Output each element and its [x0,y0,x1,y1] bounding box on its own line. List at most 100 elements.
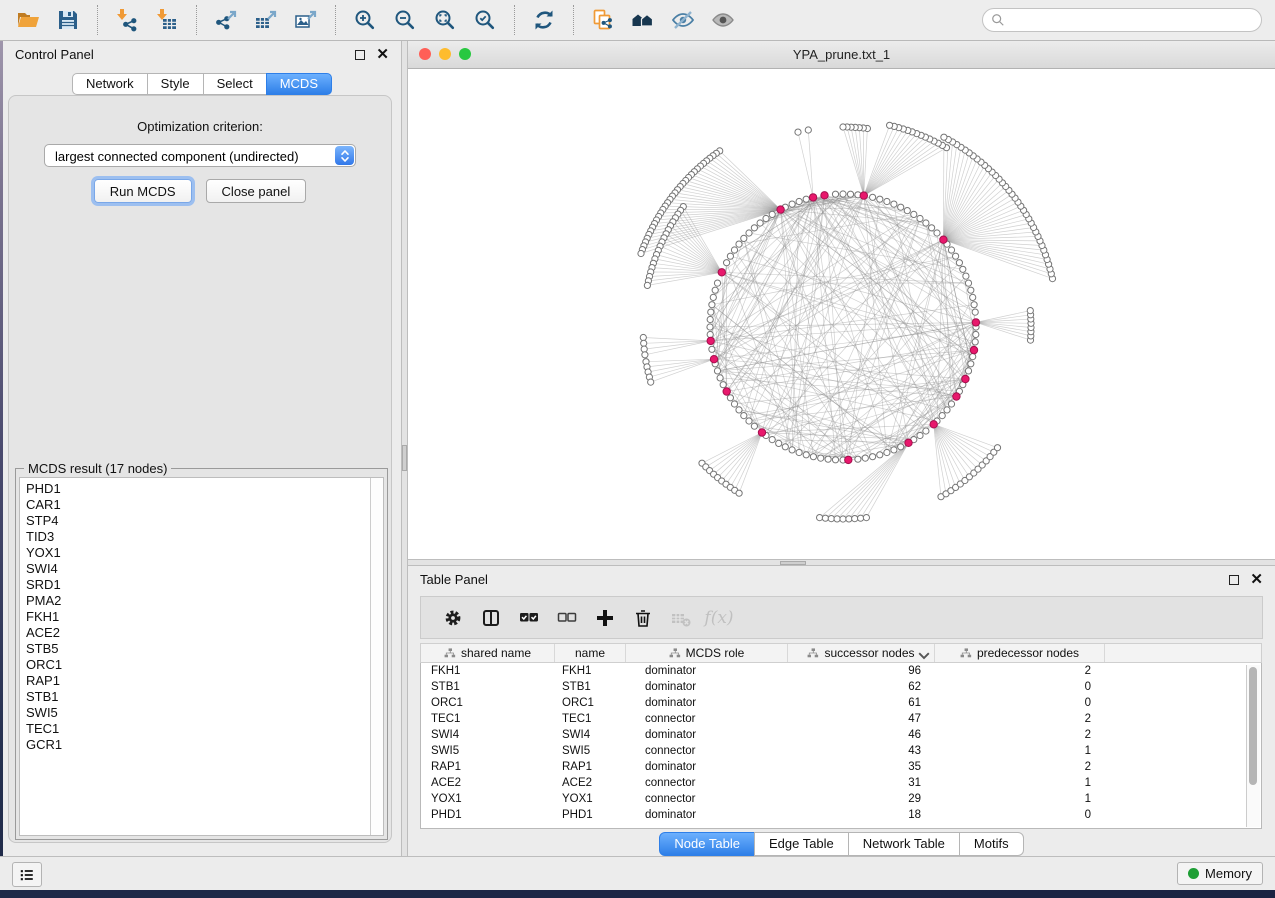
network-node[interactable] [795,129,801,135]
network-node[interactable] [825,456,831,462]
close-traffic-light-icon[interactable] [419,48,431,60]
mcds-node[interactable] [953,393,960,400]
mcds-result-item[interactable]: ACE2 [20,625,383,641]
first-neighbors-icon[interactable] [630,7,656,33]
tab-style[interactable]: Style [147,73,204,95]
table-row[interactable]: ORC1ORC1dominator610 [421,695,1261,711]
network-node[interactable] [648,379,654,385]
memory-button[interactable]: Memory [1177,862,1263,885]
mcds-node[interactable] [930,421,937,428]
column-header-successor-nodes[interactable]: successor nodes [788,644,935,662]
column-header-shared-name[interactable]: shared name [421,644,555,662]
table-row[interactable]: ACE2ACE2connector311 [421,775,1261,791]
zoom-out-icon[interactable] [392,7,418,33]
network-node[interactable] [884,449,890,455]
mcds-node[interactable] [718,269,725,276]
network-node[interactable] [710,294,716,300]
network-node[interactable] [832,457,838,463]
network-node[interactable] [776,440,782,446]
network-node[interactable] [904,208,910,214]
network-node[interactable] [642,352,648,358]
network-node[interactable] [741,235,747,241]
network-node[interactable] [641,340,647,346]
vertical-splitter[interactable] [401,41,408,856]
mcds-node[interactable] [940,236,947,243]
open-session-icon[interactable] [15,7,41,33]
network-node[interactable] [834,516,840,522]
minimize-traffic-light-icon[interactable] [439,48,451,60]
network-node[interactable] [887,122,893,128]
network-node[interactable] [717,375,723,381]
network-node[interactable] [789,201,795,207]
network-node[interactable] [846,516,852,522]
network-node[interactable] [751,423,757,429]
tab-node-table[interactable]: Node Table [659,832,755,856]
network-node[interactable] [965,368,971,374]
network-node[interactable] [746,230,752,236]
network-node[interactable] [953,253,959,259]
zoom-selected-icon[interactable] [472,7,498,33]
horizontal-splitter[interactable] [408,559,1275,566]
mcds-result-item[interactable]: YOX1 [20,545,383,561]
network-node[interactable] [852,516,858,522]
network-node[interactable] [805,127,811,133]
export-network-icon[interactable] [213,7,239,33]
network-share-icon[interactable] [590,7,616,33]
close-panel-icon[interactable]: ✕ [1250,575,1263,585]
import-network-icon[interactable] [114,7,140,33]
table-row[interactable]: YOX1YOX1connector291 [421,791,1261,807]
mcds-result-item[interactable]: STP4 [20,513,383,529]
network-node[interactable] [822,515,828,521]
network-node[interactable] [751,225,757,231]
network-node[interactable] [917,432,923,438]
network-node[interactable] [803,452,809,458]
network-node[interactable] [973,331,979,337]
network-node[interactable] [862,455,868,461]
network-node[interactable] [707,331,713,337]
network-node[interactable] [769,211,775,217]
show-all-icon[interactable] [710,7,736,33]
network-node[interactable] [757,220,763,226]
network-node[interactable] [972,309,978,315]
network-node[interactable] [911,211,917,217]
column-header-name[interactable]: name [555,644,626,662]
network-node[interactable] [923,220,929,226]
hide-selected-icon[interactable] [670,7,696,33]
mcds-result-item[interactable]: ORC1 [20,657,383,673]
network-node[interactable] [994,445,1000,451]
network-node[interactable] [736,490,742,496]
network-node[interactable] [858,515,864,521]
float-window-icon[interactable] [355,50,365,60]
network-node[interactable] [840,516,846,522]
network-node[interactable] [877,452,883,458]
network-node[interactable] [640,334,646,340]
deselect-all-rows-icon[interactable] [556,607,578,629]
mcds-node[interactable] [723,388,730,395]
export-table-icon[interactable] [253,7,279,33]
network-node[interactable] [644,282,650,288]
mcds-node[interactable] [707,337,714,344]
mcds-node[interactable] [777,206,784,213]
network-node[interactable] [840,191,846,197]
mcds-result-item[interactable]: SWI5 [20,705,383,721]
table-row[interactable]: FKH1FKH1dominator962 [421,663,1261,679]
network-node[interactable] [828,516,834,522]
network-node[interactable] [965,280,971,286]
network-node[interactable] [898,204,904,210]
network-node[interactable] [970,354,976,360]
network-node[interactable] [727,395,733,401]
mcds-node[interactable] [809,194,816,201]
network-node[interactable] [970,294,976,300]
panel-menu-button[interactable] [12,862,42,887]
network-node[interactable] [714,280,720,286]
network-node[interactable] [712,287,718,293]
select-all-rows-icon[interactable] [518,607,540,629]
maximize-traffic-light-icon[interactable] [459,48,471,60]
tab-mcds[interactable]: MCDS [266,73,332,95]
mcds-node[interactable] [821,192,828,199]
network-node[interactable] [741,413,747,419]
save-session-icon[interactable] [55,7,81,33]
network-node[interactable] [727,253,733,259]
mcds-result-item[interactable]: CAR1 [20,497,383,513]
import-table-icon[interactable] [154,7,180,33]
